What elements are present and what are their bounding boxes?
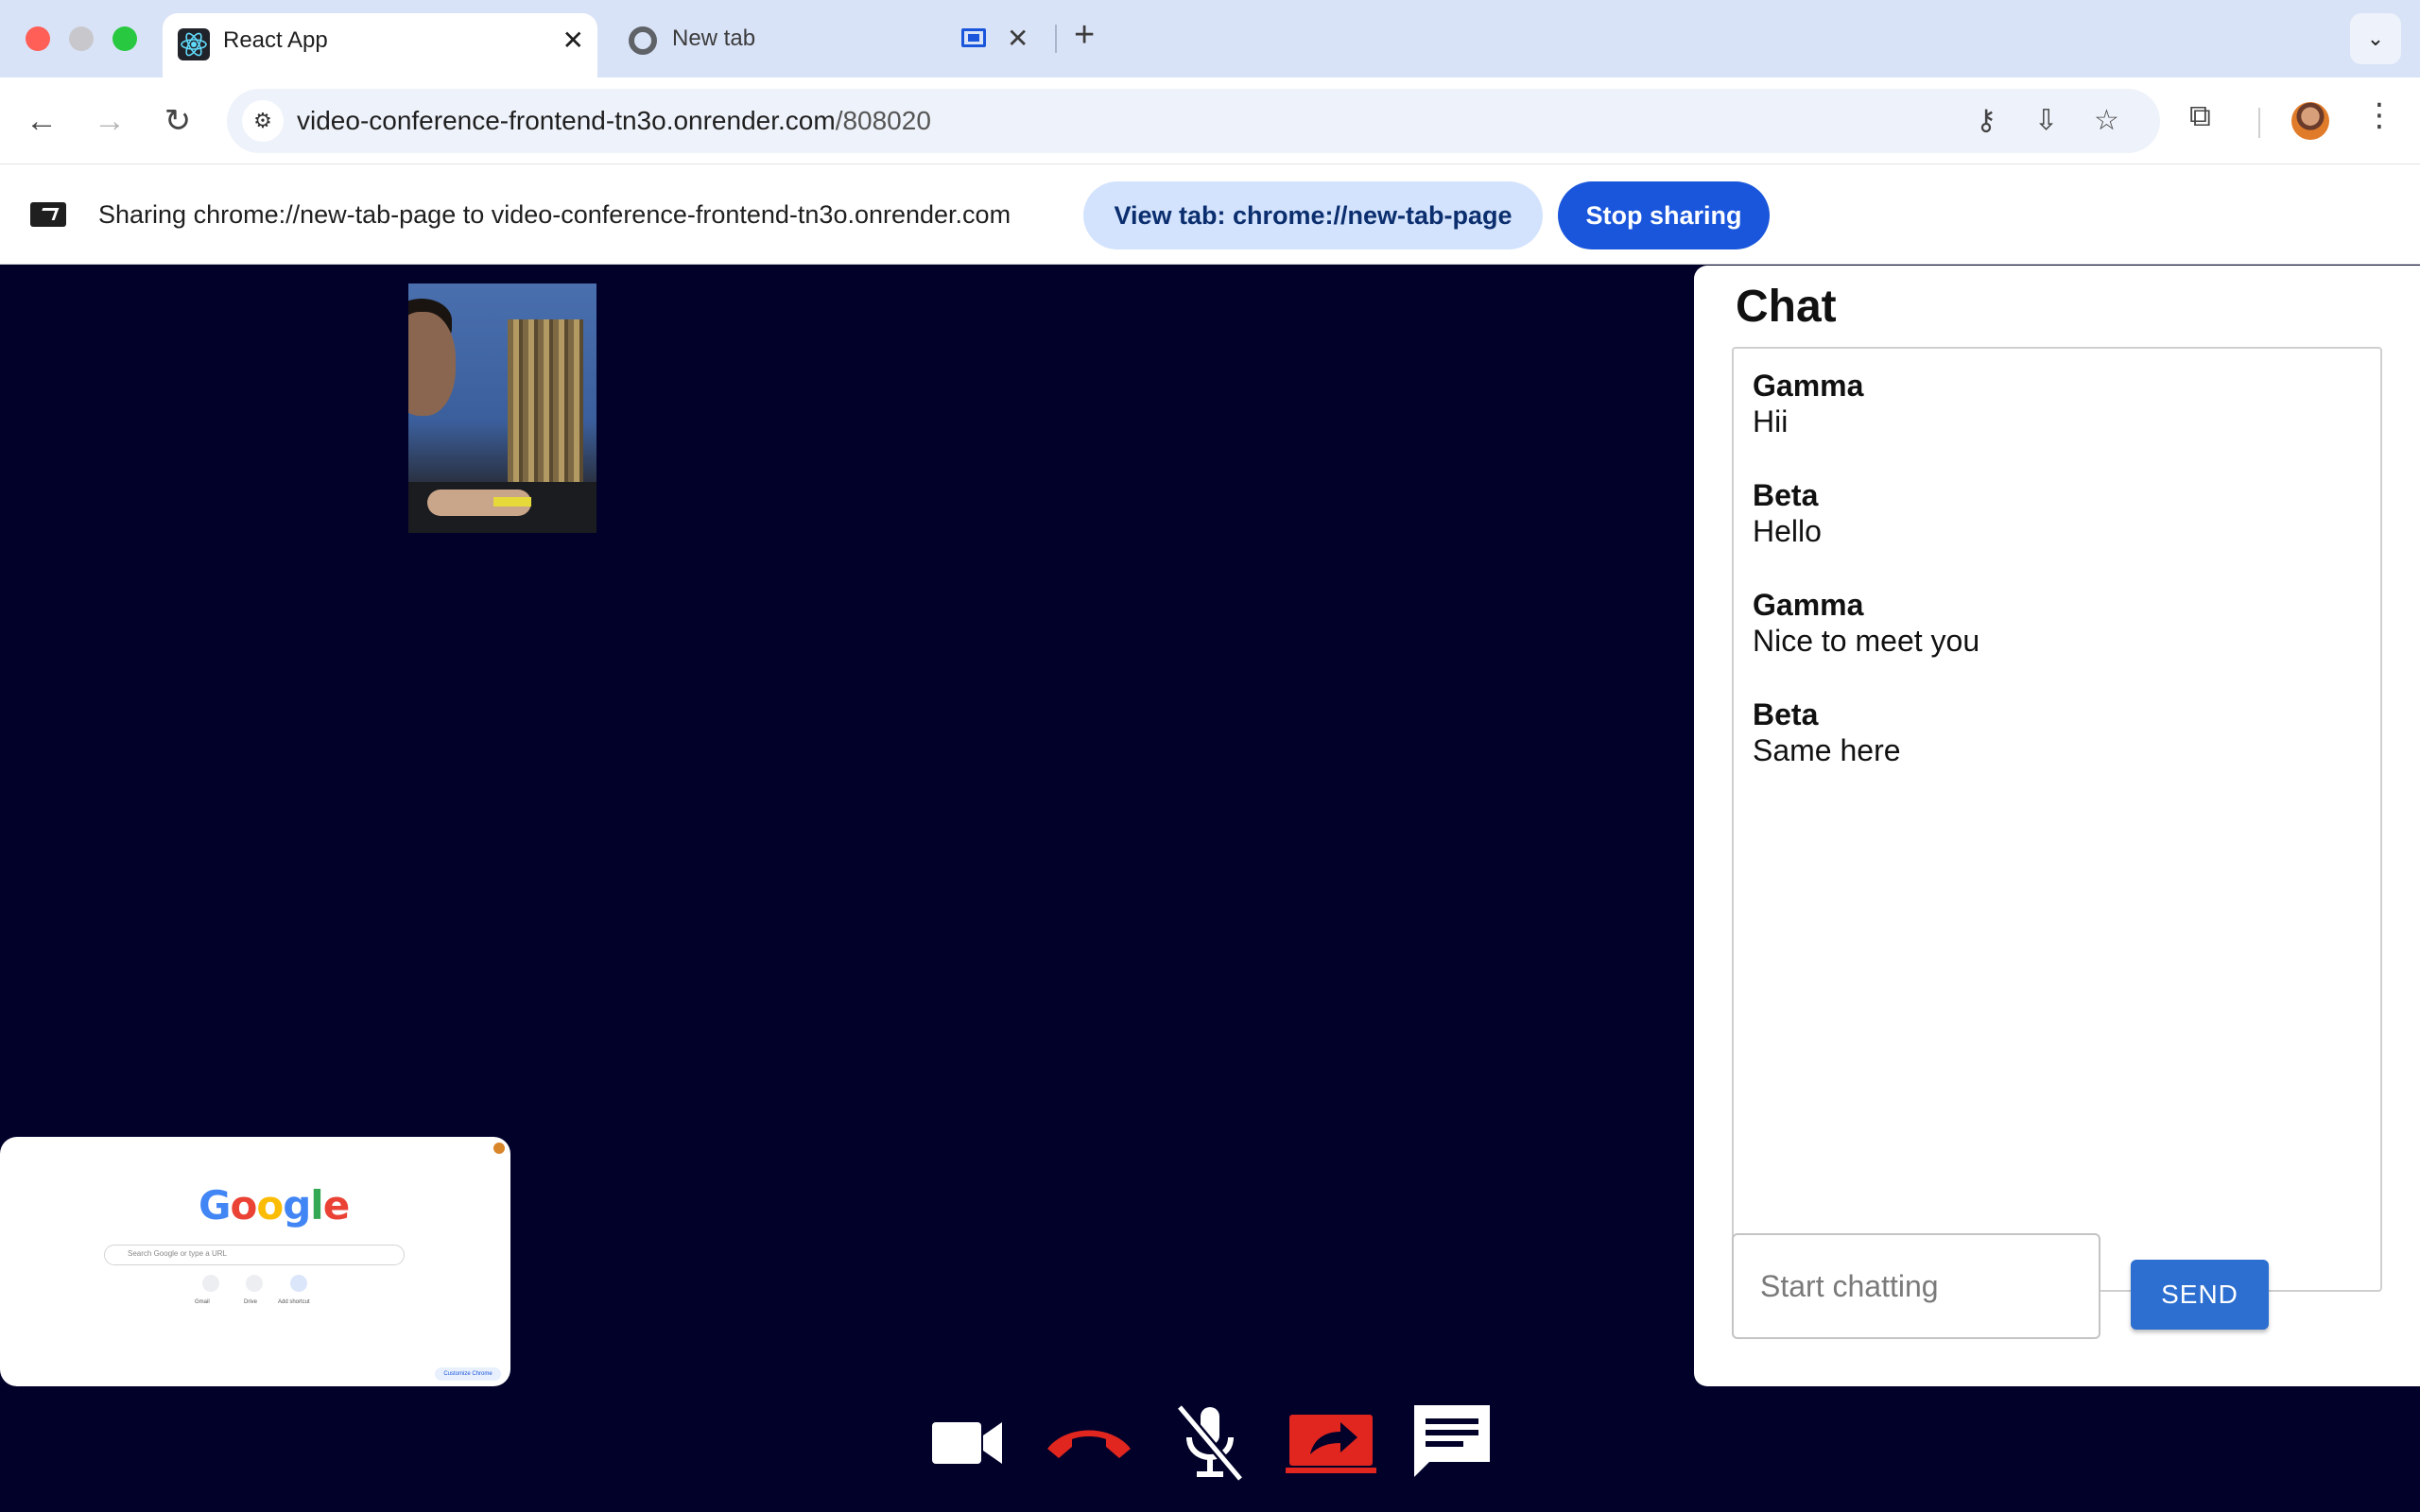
shortcut-label: Add shortcut — [278, 1299, 310, 1305]
view-tab-button[interactable]: View tab: chrome://new-tab-page — [1083, 181, 1543, 249]
search-placeholder: Search Google or type a URL — [128, 1249, 227, 1258]
screen-share-infobar: Sharing chrome://new-tab-page to video-c… — [0, 164, 2420, 265]
video-camera-icon[interactable] — [923, 1396, 1013, 1486]
message-sender: Beta — [1753, 697, 1819, 731]
message-text: Nice to meet you — [1753, 624, 1980, 658]
shortcut-icon — [202, 1275, 219, 1292]
call-controls — [0, 1396, 2420, 1500]
chat-message: Gamma Nice to meet you — [1753, 587, 1979, 659]
shortcut-icon — [246, 1275, 263, 1292]
url-path: /808020 — [835, 106, 931, 135]
send-button[interactable]: SEND — [2131, 1260, 2269, 1330]
site-info-icon[interactable]: ⚙ — [242, 100, 284, 142]
url-text[interactable]: video-conference-frontend-tn3o.onrender.… — [297, 106, 931, 136]
browser-tab-bar: React App ✕ New tab ✕ + ⌄ — [0, 0, 2420, 77]
close-tab-icon[interactable]: ✕ — [1007, 23, 1035, 54]
address-bar[interactable]: ⚙ video-conference-frontend-tn3o.onrende… — [227, 89, 2160, 153]
chrome-favicon-icon — [629, 26, 657, 55]
forward-icon[interactable]: → — [87, 98, 132, 144]
chat-title: Chat — [1736, 282, 1837, 332]
screen-share-icon[interactable] — [1286, 1396, 1376, 1486]
message-text: Hello — [1753, 514, 1822, 548]
maximize-window-button[interactable] — [112, 26, 137, 51]
tab-new-tab[interactable]: New tab ✕ — [619, 13, 1035, 66]
avatar — [493, 1143, 505, 1154]
share-status-text: Sharing chrome://new-tab-page to video-c… — [98, 200, 1011, 229]
message-sender: Gamma — [1753, 588, 1864, 622]
conference-stage: Google Search Google or type a URL Gmail… — [0, 266, 2420, 1512]
chat-message: Beta Hello — [1753, 477, 1822, 549]
stop-sharing-button[interactable]: Stop sharing — [1558, 181, 1770, 249]
chat-messages: Gamma Hii Beta Hello Gamma Nice to meet … — [1732, 347, 2382, 1292]
close-tab-icon[interactable]: ✕ — [562, 25, 584, 56]
tab-react-app[interactable]: React App ✕ — [163, 13, 597, 77]
message-text: Hii — [1753, 404, 1789, 438]
tab-search-chevron-icon[interactable]: ⌄ — [2350, 13, 2401, 64]
mic-off-icon[interactable] — [1165, 1396, 1255, 1486]
tab-sharing-icon — [961, 28, 986, 47]
shared-screen-preview: Google Search Google or type a URL Gmail… — [0, 1137, 510, 1386]
reload-icon[interactable]: ↻ — [155, 98, 200, 144]
menu-icon[interactable]: ⋮ — [2363, 96, 2395, 134]
extensions-icon[interactable]: ⧉ — [2189, 98, 2211, 134]
star-icon[interactable]: ☆ — [2094, 104, 2119, 137]
chat-icon[interactable] — [1407, 1396, 1497, 1486]
search-box: Search Google or type a URL — [104, 1245, 405, 1265]
screen-share-icon — [30, 202, 66, 227]
tab-separator — [1055, 25, 1057, 53]
tab-title: React App — [223, 27, 328, 53]
react-favicon-icon — [178, 28, 210, 60]
minimize-window-button[interactable] — [69, 26, 94, 51]
shortcut-label: Gmail — [195, 1299, 210, 1305]
tab-title: New tab — [672, 26, 756, 51]
google-logo: Google — [199, 1182, 350, 1228]
message-text: Same here — [1753, 733, 1901, 767]
toolbar-divider — [2258, 108, 2260, 138]
new-tab-icon[interactable]: + — [1074, 15, 1095, 56]
shortcut-label: Drive — [244, 1299, 258, 1305]
profile-avatar[interactable] — [2291, 102, 2329, 140]
chat-message: Beta Same here — [1753, 696, 1901, 768]
remote-video — [408, 284, 596, 533]
end-call-icon[interactable] — [1044, 1396, 1134, 1486]
back-icon[interactable]: ← — [19, 98, 64, 144]
close-window-button[interactable] — [26, 26, 50, 51]
message-sender: Gamma — [1753, 369, 1864, 403]
customize-chrome-badge: Customize Chrome — [435, 1367, 501, 1381]
url-host: video-conference-frontend-tn3o.onrender.… — [297, 106, 836, 135]
add-shortcut-icon — [290, 1275, 307, 1292]
key-icon[interactable]: ⚷ — [1976, 104, 1996, 137]
message-sender: Beta — [1753, 478, 1819, 512]
chat-message: Gamma Hii — [1753, 368, 1863, 439]
browser-toolbar: ← → ↻ ⚙ video-conference-frontend-tn3o.o… — [0, 77, 2420, 164]
install-icon[interactable]: ⇩ — [2034, 104, 2058, 137]
chat-input[interactable]: Start chatting — [1732, 1233, 2100, 1339]
chat-input-placeholder: Start chatting — [1760, 1269, 1939, 1303]
chat-panel: Chat Gamma Hii Beta Hello Gamma Nice to … — [1694, 266, 2420, 1386]
